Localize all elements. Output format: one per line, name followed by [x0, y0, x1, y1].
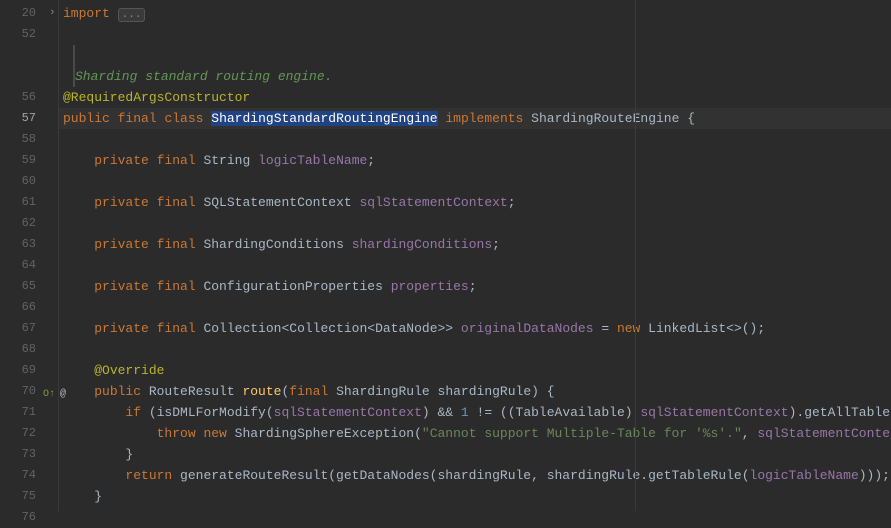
code-line[interactable] — [59, 171, 891, 192]
code-line[interactable]: private final Collection<Collection<Data… — [59, 318, 891, 339]
code-line[interactable]: private final ShardingConditions shardin… — [59, 234, 891, 255]
line-number: 69 — [0, 360, 58, 381]
line-number: 59 — [0, 150, 58, 171]
code-line[interactable]: ›import ... — [59, 3, 891, 24]
code-line[interactable]: @RequiredArgsConstructor — [59, 87, 891, 108]
code-editor[interactable]: 20 52 56 57 58 59 60 61 62 63 64 65 66 6… — [0, 0, 891, 511]
line-number: 67 — [0, 318, 58, 339]
code-line[interactable] — [59, 255, 891, 276]
right-margin-guide — [635, 0, 636, 511]
code-line[interactable]: return generateRouteResult(getDataNodes(… — [59, 465, 891, 486]
line-number: 62 — [0, 213, 58, 234]
line-number: 56 — [0, 87, 58, 108]
code-line[interactable]: private final String logicTableName; — [59, 150, 891, 171]
code-line[interactable]: throw new ShardingSphereException("Canno… — [59, 423, 891, 444]
folded-region[interactable]: ... — [118, 8, 146, 22]
doc-comment[interactable]: Sharding standard routing engine. — [73, 66, 891, 87]
code-line[interactable]: } — [59, 486, 891, 507]
code-line[interactable]: public RouteResult route(final ShardingR… — [59, 381, 891, 402]
code-line[interactable] — [59, 24, 891, 45]
code-area[interactable]: ›import ... Sharding standard routing en… — [58, 0, 891, 511]
line-number: 52 — [0, 24, 58, 45]
line-number: 72 — [0, 423, 58, 444]
code-line[interactable] — [59, 129, 891, 150]
line-number: 63 — [0, 234, 58, 255]
code-line[interactable]: if (isDMLForModify(sqlStatementContext) … — [59, 402, 891, 423]
line-number: 75 — [0, 486, 58, 507]
line-number: 61 — [0, 192, 58, 213]
selection[interactable]: ShardingStandardRoutingEngine — [211, 111, 437, 126]
code-line[interactable] — [59, 339, 891, 360]
code-line[interactable] — [59, 507, 891, 528]
line-number: 64 — [0, 255, 58, 276]
line-number: 71 — [0, 402, 58, 423]
code-line[interactable]: private final ConfigurationProperties pr… — [59, 276, 891, 297]
line-number: 58 — [0, 129, 58, 150]
line-number — [0, 45, 58, 66]
line-number: 65 — [0, 276, 58, 297]
code-line[interactable]: @Override — [59, 360, 891, 381]
code-line[interactable]: private final SQLStatementContext sqlSta… — [59, 192, 891, 213]
code-line[interactable] — [59, 213, 891, 234]
line-number: 60 — [0, 171, 58, 192]
code-line[interactable]: } — [59, 444, 891, 465]
doc-comment[interactable] — [73, 45, 891, 66]
line-number: 73 — [0, 444, 58, 465]
gutter: 20 52 56 57 58 59 60 61 62 63 64 65 66 6… — [0, 0, 58, 511]
code-line-current[interactable]: public final class ShardingStandardRouti… — [59, 108, 891, 129]
line-number-current: 57 — [0, 108, 58, 129]
line-number: 70 O↑ @ — [0, 381, 58, 402]
code-line[interactable] — [59, 297, 891, 318]
line-number: 66 — [0, 297, 58, 318]
line-number: 68 — [0, 339, 58, 360]
fold-chevron-icon[interactable]: › — [49, 3, 56, 24]
line-number — [0, 66, 58, 87]
line-number: 76 — [0, 507, 58, 528]
line-number: 74 — [0, 465, 58, 486]
